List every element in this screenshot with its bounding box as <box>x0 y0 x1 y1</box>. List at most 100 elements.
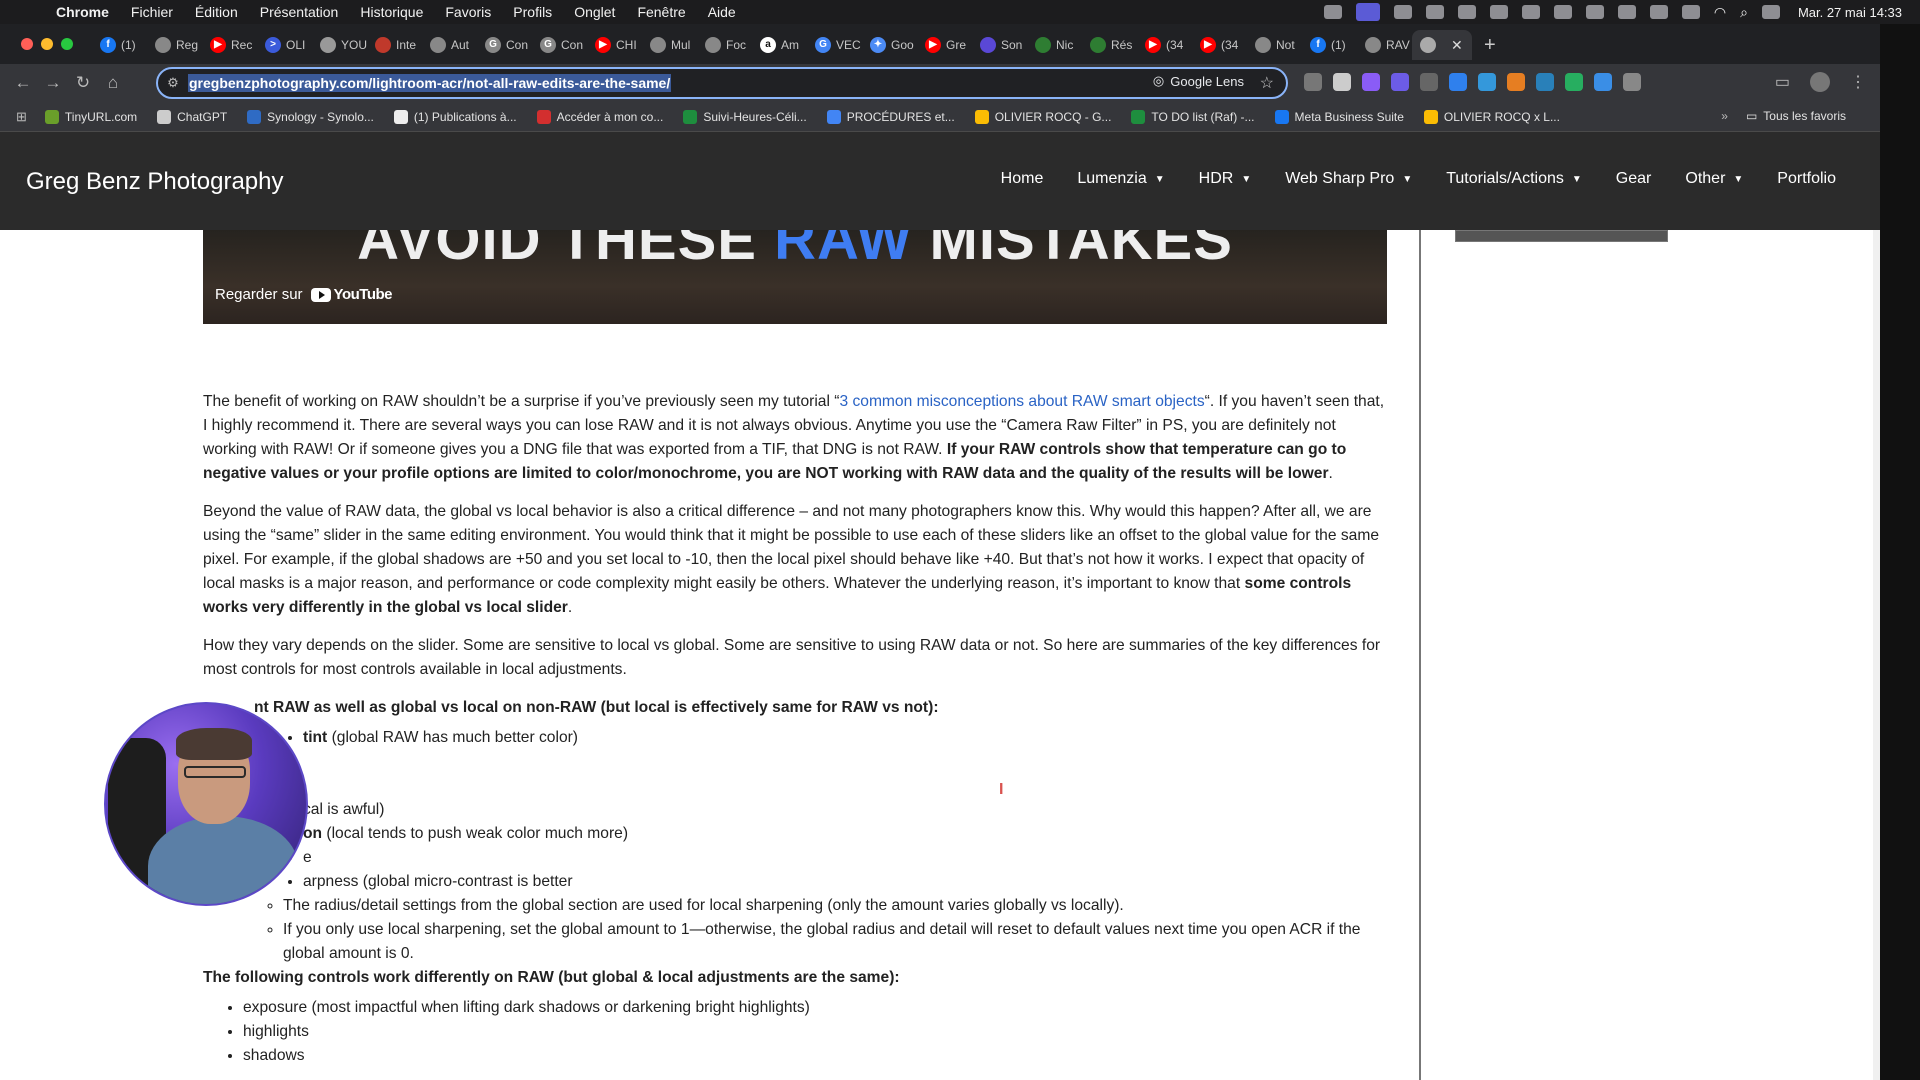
tool-icon[interactable] <box>1553 5 1572 19</box>
screen-extension-icon[interactable] <box>1594 73 1612 91</box>
site-brand[interactable]: Greg Benz Photography <box>26 168 284 196</box>
u-extension-icon[interactable] <box>1420 73 1438 91</box>
menu-profils[interactable]: Profils <box>513 4 552 20</box>
zoom-window-button[interactable] <box>61 38 73 50</box>
bookmark-item[interactable]: (1) Publications à... <box>393 109 517 124</box>
menu-historique[interactable]: Historique <box>360 4 423 20</box>
forward-icon[interactable]: → <box>38 73 68 93</box>
camera-icon[interactable] <box>1393 5 1412 19</box>
site-nav-item[interactable]: Gear <box>1616 170 1652 188</box>
play-icon[interactable] <box>1649 5 1668 19</box>
menu-chrome[interactable]: Chrome <box>56 4 109 20</box>
tab[interactable]: G Con <box>532 30 587 60</box>
tab[interactable]: > OLI <box>257 30 312 60</box>
close-tab-icon[interactable]: ✕ <box>1451 37 1463 54</box>
messenger-extension-icon[interactable] <box>1449 73 1467 91</box>
site-nav-item[interactable]: Portfolio <box>1777 170 1836 188</box>
menu-favoris[interactable]: Favoris <box>445 4 491 20</box>
clipboard-icon[interactable] <box>1521 5 1540 19</box>
tab[interactable]: Inte <box>367 30 422 60</box>
tag-extension-icon[interactable] <box>1478 73 1496 91</box>
tab[interactable]: Mul <box>642 30 697 60</box>
layout-icon[interactable] <box>1585 5 1604 19</box>
tab[interactable]: Not <box>1247 30 1302 60</box>
wifi-icon[interactable]: ◠ <box>1714 4 1726 21</box>
menu-fenetre[interactable]: Fenêtre <box>637 4 685 20</box>
tab[interactable]: ▶ (34 <box>1192 30 1247 60</box>
tab[interactable]: G Con <box>477 30 532 60</box>
menu-fichier[interactable]: Fichier <box>131 4 173 20</box>
search-icon[interactable]: ⌕ <box>1740 4 1748 21</box>
bookmark-item[interactable]: TO DO list (Raf) -... <box>1131 109 1255 124</box>
reload-icon[interactable]: ↻ <box>68 73 98 93</box>
tab[interactable]: YOU <box>312 30 367 60</box>
tab[interactable]: ▶ Rec <box>202 30 257 60</box>
extension-icon[interactable] <box>1304 73 1322 91</box>
site-nav-item[interactable]: HDR ▼ <box>1199 170 1252 188</box>
tab[interactable]: ✦ Goo <box>862 30 917 60</box>
bookmark-item[interactable]: Accéder à mon co... <box>536 109 663 124</box>
google-lens-button[interactable]: ◎ Google Lens <box>1153 73 1244 89</box>
home-icon[interactable]: ⌂ <box>98 73 128 93</box>
bookmark-item[interactable]: TinyURL.com <box>44 109 137 124</box>
tab[interactable]: RAV <box>1357 30 1412 60</box>
tab[interactable]: Foc <box>697 30 752 60</box>
site-nav-item[interactable]: Lumenzia ▼ <box>1077 170 1164 188</box>
tab[interactable]: ▶ CHI <box>587 30 642 60</box>
wordpress-icon[interactable] <box>1425 5 1444 19</box>
site-info-icon[interactable]: ⚙ <box>158 75 188 91</box>
bookmark-item[interactable]: Synology - Synolo... <box>247 109 374 124</box>
new-tab-button[interactable]: + <box>1472 30 1496 62</box>
control-center-icon[interactable] <box>1761 5 1780 19</box>
premiere-icon[interactable] <box>1457 5 1476 19</box>
bookmark-star-icon[interactable]: ☆ <box>1260 73 1274 93</box>
all-bookmarks-folder[interactable]: ▭ Tous les favoris <box>1746 109 1846 123</box>
menu-bar-clock[interactable]: Mar. 27 mai 14:33 <box>1798 5 1902 20</box>
side-panel-icon[interactable]: ▭ <box>1775 72 1790 92</box>
site-nav-item[interactable]: Home <box>1001 170 1044 188</box>
tab[interactable]: ▶ Gre <box>917 30 972 60</box>
menu-onglet[interactable]: Onglet <box>574 4 615 20</box>
site-nav-item[interactable]: Other ▼ <box>1685 170 1743 188</box>
tab[interactable]: Nic <box>1027 30 1082 60</box>
eyedropper-extension-icon[interactable] <box>1333 73 1351 91</box>
site-nav-item[interactable]: Tutorials/Actions ▼ <box>1446 170 1582 188</box>
tab[interactable]: f (1) <box>1302 30 1357 60</box>
screen-record-icon[interactable] <box>1355 3 1380 21</box>
tab[interactable]: Rés <box>1082 30 1137 60</box>
menu-presentation[interactable]: Présentation <box>260 4 339 20</box>
tab-active[interactable]: ✕ <box>1412 30 1472 60</box>
profile-avatar[interactable] <box>1810 72 1830 92</box>
apps-grid-icon[interactable]: ⊞ <box>16 109 27 125</box>
tab[interactable]: Aut <box>422 30 477 60</box>
minimize-window-button[interactable] <box>41 38 53 50</box>
bookmark-item[interactable]: ChatGPT <box>157 109 227 124</box>
m-extension-icon[interactable] <box>1536 73 1554 91</box>
more-bookmarks-icon[interactable]: » <box>1721 109 1728 123</box>
page-scrollbar[interactable] <box>1873 230 1880 1080</box>
d-extension-icon[interactable] <box>1391 73 1409 91</box>
close-window-button[interactable] <box>21 38 33 50</box>
tab[interactable]: ▶ (34 <box>1137 30 1192 60</box>
robot-extension-icon[interactable] <box>1507 73 1525 91</box>
tab[interactable]: G VEC <box>807 30 862 60</box>
menu-aide[interactable]: Aide <box>708 4 736 20</box>
tab[interactable]: Reg <box>147 30 202 60</box>
bookmark-item[interactable]: PROCÉDURES et... <box>826 109 955 124</box>
time-machine-icon[interactable] <box>1681 5 1700 19</box>
tab[interactable]: Son <box>972 30 1027 60</box>
youtube-embed[interactable]: AVOID THESE RAW MISTAKES Regarder sur Yo… <box>203 230 1387 324</box>
badge-extension-icon[interactable] <box>1565 73 1583 91</box>
address-bar[interactable]: ⚙ gregbenzphotography.com/lightroom-acr/… <box>156 67 1288 99</box>
tab[interactable]: f (1) <box>92 30 147 60</box>
bookmark-item[interactable]: Suivi-Heures-Céli... <box>683 109 807 124</box>
watch-on-youtube-button[interactable]: Regarder sur YouTube <box>215 286 392 303</box>
page-viewport[interactable]: Greg Benz Photography Home Lumenzia ▼ HDR ▼ W… <box>0 132 1880 1080</box>
site-nav-item[interactable]: Web Sharp Pro ▼ <box>1285 170 1412 188</box>
bookmark-item[interactable]: OLIVIER ROCQ - G... <box>974 109 1111 124</box>
user-icon[interactable] <box>1617 5 1636 19</box>
gear-extension-icon[interactable] <box>1362 73 1380 91</box>
menu-edition[interactable]: Édition <box>195 4 238 20</box>
creative-cloud-icon[interactable] <box>1489 5 1508 19</box>
back-icon[interactable]: ← <box>8 73 38 93</box>
